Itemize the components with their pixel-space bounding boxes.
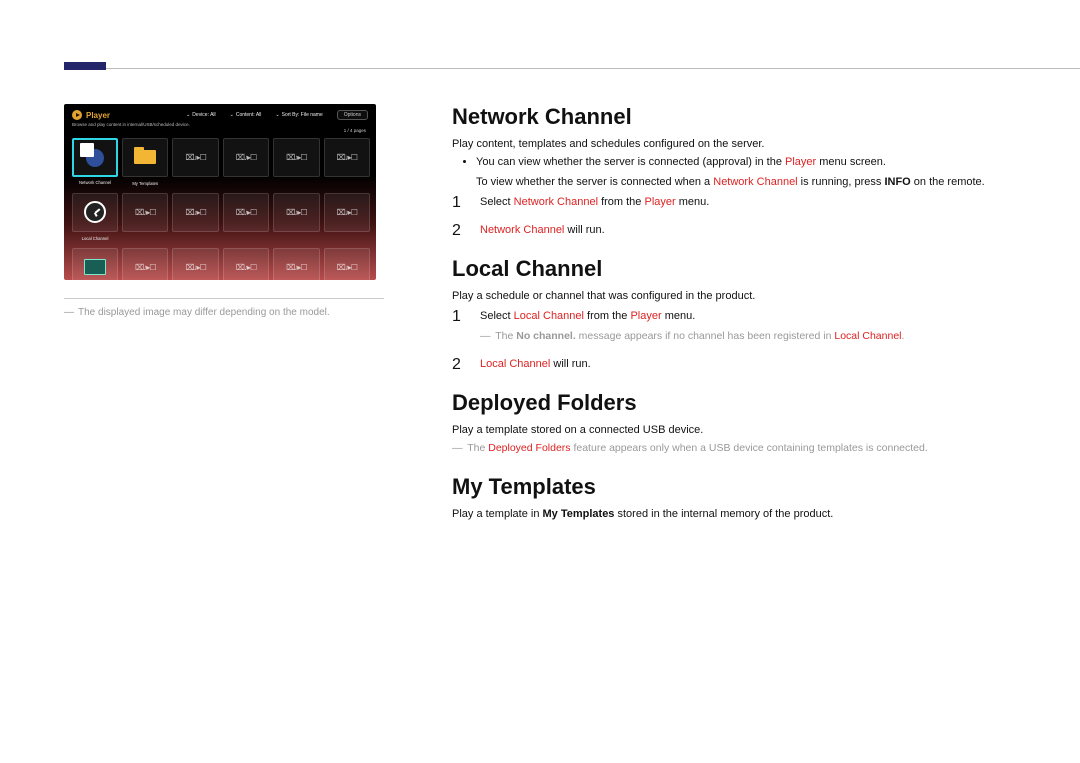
player-title: Player	[86, 111, 110, 120]
heading-deployed-folders: Deployed Folders	[452, 390, 1020, 416]
desc-my-templates: Play a template in My Templates stored i…	[452, 508, 1020, 520]
section-my-templates: My Templates Play a template in My Templ…	[452, 474, 1020, 520]
tile-generic: ⌧♪▸☐	[172, 138, 218, 177]
tile-generic: ⌧♪▸☐	[273, 138, 319, 177]
image-caption: The displayed image may differ depending…	[64, 307, 384, 318]
media-icon: ⌧♪▸☐	[135, 208, 155, 217]
step-note: The No channel. message appears if no ch…	[480, 330, 1020, 342]
heading-my-templates: My Templates	[452, 474, 1020, 500]
left-column: Player Device: All Content: All Sort By:…	[64, 104, 384, 318]
tile-generic: ⌧♪▸☐	[324, 248, 370, 280]
tile-generic: ⌧♪▸☐	[122, 248, 168, 280]
media-icon: ⌧♪▸☐	[337, 263, 357, 272]
bullet-list: You can view whether the server is conne…	[452, 156, 1020, 168]
tile-generic: ⌧♪▸☐	[324, 193, 370, 232]
section-network-channel: Network Channel Play content, templates …	[452, 104, 1020, 236]
tile-generic: ⌧♪▸☐	[273, 248, 319, 280]
steps-list: Select Network Channel from the Player m…	[452, 196, 1020, 236]
tile-deployed-folders: Deployed folders	[72, 248, 118, 280]
caption-divider: The displayed image may differ depending…	[64, 298, 384, 318]
desc-network-channel: Play content, templates and schedules co…	[452, 138, 1020, 150]
tile-my-templates: My Templates	[122, 138, 168, 177]
steps-list: Select Local Channel from the Player men…	[452, 310, 1020, 370]
content-filter: Content: All	[230, 112, 262, 118]
media-icon: ⌧♪▸☐	[185, 263, 205, 272]
player-subtitle: Browse and play content in internal/USB/…	[64, 122, 376, 127]
media-icon: ⌧♪▸☐	[286, 208, 306, 217]
step-2: Network Channel will run.	[452, 224, 1020, 236]
tile-generic: ⌧♪▸☐	[122, 193, 168, 232]
media-icon: ⌧♪▸☐	[236, 153, 256, 162]
player-screenshot: Player Device: All Content: All Sort By:…	[64, 104, 376, 280]
media-icon: ⌧♪▸☐	[135, 263, 155, 272]
tile-generic: ⌧♪▸☐	[223, 138, 269, 177]
device-filter: Device: All	[186, 112, 216, 118]
right-column: Network Channel Play content, templates …	[452, 104, 1020, 540]
heading-local-channel: Local Channel	[452, 256, 1020, 282]
tile-generic: ⌧♪▸☐	[324, 138, 370, 177]
bullet-subtext: To view whether the server is connected …	[452, 176, 1020, 188]
media-icon: ⌧♪▸☐	[286, 263, 306, 272]
step-1: Select Local Channel from the Player men…	[452, 310, 1020, 342]
header-divider	[64, 68, 1080, 69]
sort-filter: Sort By: File name	[275, 112, 322, 118]
tile-local-channel: Local Channel	[72, 193, 118, 232]
tile-generic: ⌧♪▸☐	[223, 193, 269, 232]
clock-icon	[84, 201, 106, 223]
tile-generic: ⌧♪▸☐	[223, 248, 269, 280]
media-icon: ⌧♪▸☐	[236, 208, 256, 217]
tile-label: My Templates	[123, 181, 167, 186]
bullet-item: You can view whether the server is conne…	[476, 156, 1020, 168]
tile-generic: ⌧♪▸☐	[172, 193, 218, 232]
step-2: Local Channel will run.	[452, 358, 1020, 370]
media-icon: ⌧♪▸☐	[236, 263, 256, 272]
tile-label: Network Channel	[74, 180, 116, 185]
deployed-icon	[84, 259, 106, 275]
media-icon: ⌧♪▸☐	[337, 208, 357, 217]
media-icon: ⌧♪▸☐	[185, 153, 205, 162]
heading-network-channel: Network Channel	[452, 104, 1020, 130]
desc-local-channel: Play a schedule or channel that was conf…	[452, 290, 1020, 302]
tile-generic: ⌧♪▸☐	[273, 193, 319, 232]
play-icon	[72, 110, 82, 120]
media-icon: ⌧♪▸☐	[286, 153, 306, 162]
step-1: Select Network Channel from the Player m…	[452, 196, 1020, 208]
tile-label: Local Channel	[73, 236, 117, 241]
filter-bar: Device: All Content: All Sort By: File n…	[186, 110, 368, 120]
globe-icon	[86, 149, 104, 167]
desc-deployed-folders: Play a template stored on a connected US…	[452, 424, 1020, 436]
tile-generic: ⌧♪▸☐	[172, 248, 218, 280]
tile-grid: Network Channel My Templates ⌧♪▸☐ ⌧♪▸☐ ⌧…	[72, 138, 368, 280]
folder-icon	[134, 150, 156, 164]
header-accent-bar	[64, 62, 106, 70]
page-indicator: 1 / 4 pages	[344, 128, 366, 133]
options-button: Options	[337, 110, 368, 120]
section-deployed-folders: Deployed Folders Play a template stored …	[452, 390, 1020, 454]
media-icon: ⌧♪▸☐	[185, 208, 205, 217]
tile-network-channel: Network Channel	[72, 138, 118, 177]
note-deployed-folders: The Deployed Folders feature appears onl…	[452, 442, 1020, 454]
media-icon: ⌧♪▸☐	[337, 153, 357, 162]
section-local-channel: Local Channel Play a schedule or channel…	[452, 256, 1020, 370]
